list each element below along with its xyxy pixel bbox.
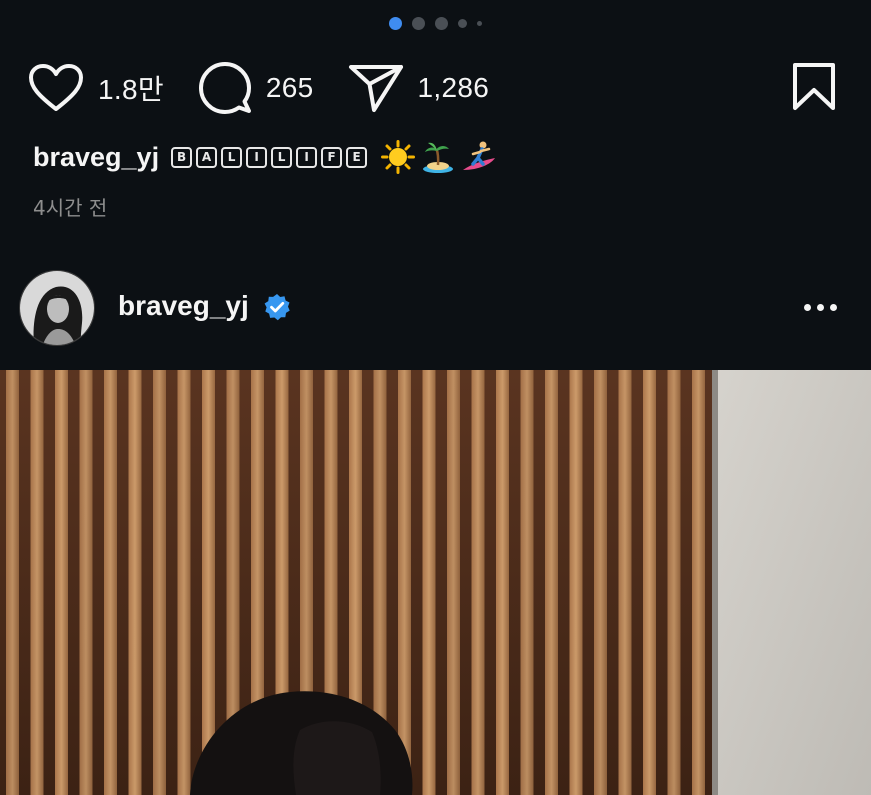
wood-slat	[128, 370, 142, 795]
comment-icon	[198, 62, 251, 114]
like-button[interactable]: 1.8만	[28, 63, 164, 113]
wood-slat	[398, 370, 411, 795]
wood-slat	[6, 370, 19, 795]
heart-icon	[29, 64, 83, 111]
wood-slat	[545, 370, 558, 795]
boxed-letter: L	[221, 146, 243, 168]
wood-slat	[520, 370, 534, 795]
wood-slat	[153, 370, 166, 795]
wood-slat	[594, 370, 607, 795]
post-photo[interactable]	[0, 370, 871, 795]
wood-slat	[202, 370, 215, 795]
post-photo-image	[0, 370, 871, 795]
wood-slat	[471, 370, 485, 795]
post-time: 4시간 전	[33, 196, 108, 220]
boxed-letter: L	[271, 146, 293, 168]
share-button[interactable]: 1,286	[348, 62, 490, 114]
boxed-letters: B A L I L I F E	[171, 146, 368, 168]
share-count: 1,286	[417, 72, 490, 103]
caption-emojis	[381, 140, 497, 174]
wood-slat	[667, 370, 681, 795]
like-count: 1.8만	[98, 74, 164, 105]
wood-slat	[692, 370, 705, 795]
carousel-dot-active[interactable]	[389, 16, 402, 30]
wood-slat	[496, 370, 509, 795]
boxed-letter: A	[196, 146, 218, 168]
sun-emoji-icon	[381, 140, 416, 174]
wood-slat	[643, 370, 656, 795]
more-dot-icon	[817, 304, 824, 311]
verified-badge-icon	[264, 294, 290, 321]
more-dot-icon	[830, 304, 837, 311]
post-action-bar: 1.8만 265 1,286	[28, 60, 489, 116]
wood-slat	[569, 370, 583, 795]
boxed-letter: B	[171, 146, 193, 168]
post-caption: braveg_yj B A L I L I F E	[33, 140, 497, 174]
carousel-indicator	[0, 16, 871, 30]
save-button[interactable]	[792, 62, 836, 117]
surfer-emoji-icon	[463, 141, 496, 170]
boxed-letter: F	[321, 146, 343, 168]
boxed-letter: E	[346, 146, 368, 168]
post-header: braveg_yj	[19, 270, 851, 348]
island-emoji-icon	[423, 142, 454, 173]
wood-slat	[55, 370, 68, 795]
carousel-dot[interactable]	[458, 18, 467, 28]
carousel-dot[interactable]	[435, 16, 448, 30]
more-dot-icon	[804, 304, 811, 311]
wood-slat	[618, 370, 632, 795]
wood-slat	[447, 370, 460, 795]
wood-slat	[422, 370, 436, 795]
verified-badge	[263, 293, 291, 326]
comment-button[interactable]: 265	[198, 61, 314, 115]
post-username[interactable]: braveg_yj	[118, 290, 249, 322]
carousel-dot[interactable]	[412, 16, 425, 30]
carousel-dot[interactable]	[477, 20, 482, 26]
comment-count: 265	[265, 72, 314, 103]
caption-username[interactable]: braveg_yj	[33, 142, 159, 173]
wood-slat	[79, 370, 93, 795]
wood-slat	[177, 370, 191, 795]
profile-photo-icon	[20, 271, 94, 345]
send-icon	[348, 65, 403, 112]
instagram-post-view: 1.8만 265 1,286 braveg_yj B A L I L I F E…	[0, 0, 871, 795]
wood-slat	[104, 370, 117, 795]
avatar[interactable]	[19, 270, 95, 346]
boxed-letter: I	[246, 146, 268, 168]
more-options-button[interactable]	[804, 304, 837, 311]
bookmark-icon	[793, 63, 835, 110]
boxed-letter: I	[296, 146, 318, 168]
wood-slat	[30, 370, 44, 795]
